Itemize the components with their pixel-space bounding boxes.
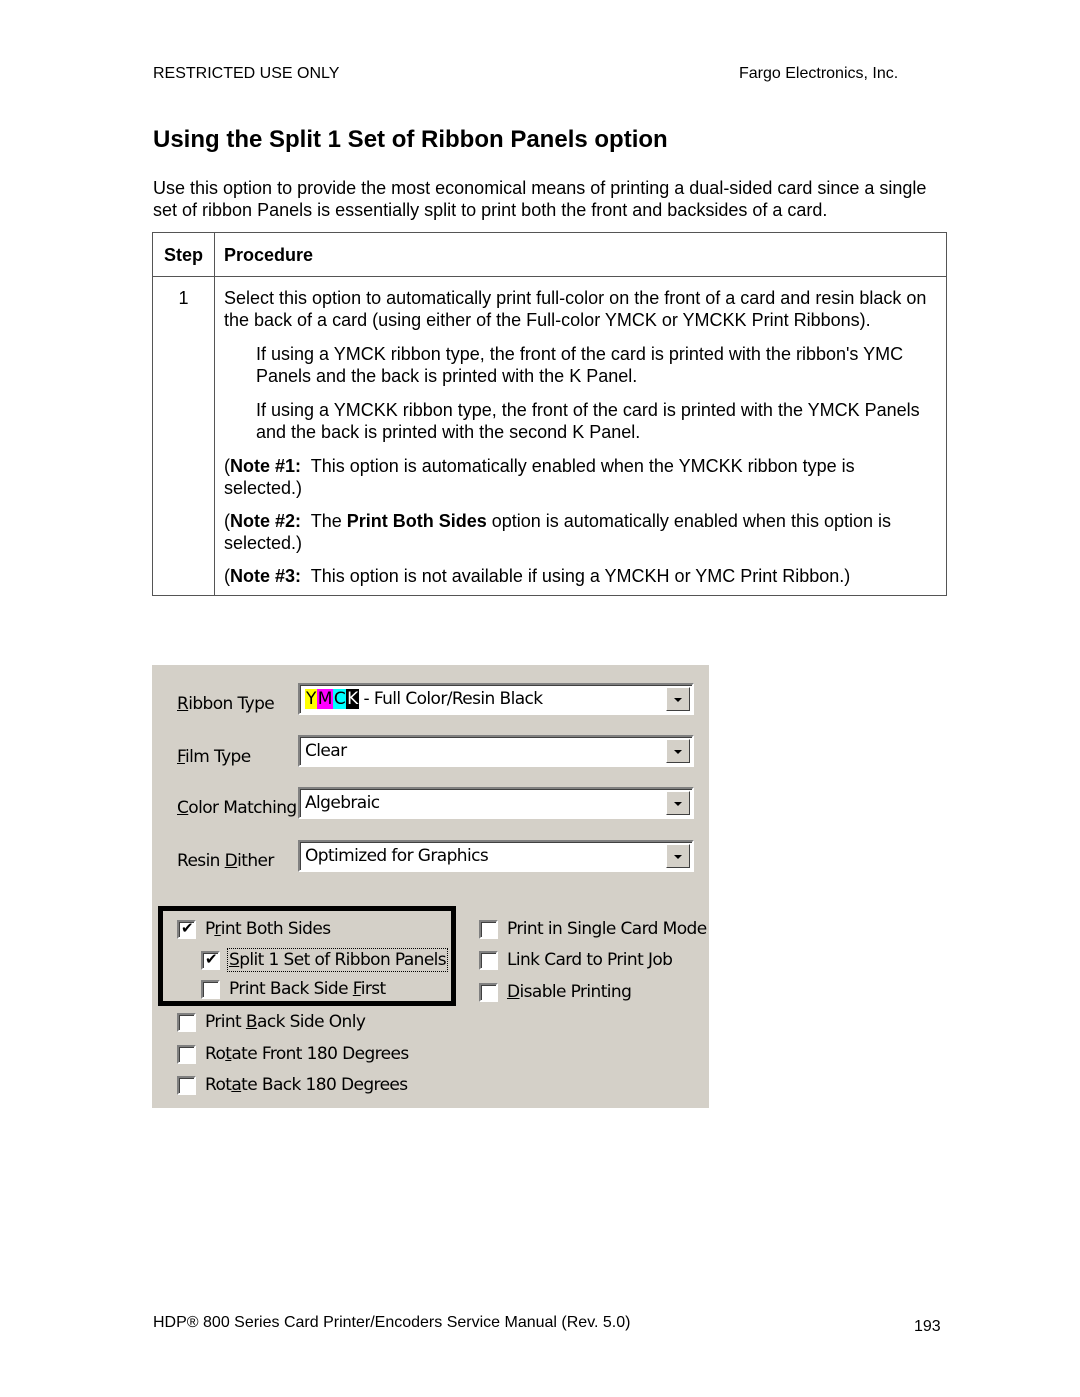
- note-text: This option is not available if using a …: [310, 566, 845, 586]
- rotate-front-checkbox[interactable]: Rotate Front 180 Degrees: [177, 1044, 409, 1064]
- note-label: Note #3:: [230, 566, 302, 586]
- resin-dither-value: Optimized for Graphics: [305, 846, 489, 866]
- link-card-to-print-job-checkbox[interactable]: Link Card to Print Job: [479, 950, 673, 970]
- note-1: (Note #1: This option is automatically e…: [224, 456, 855, 498]
- checkbox[interactable]: [177, 1075, 196, 1095]
- color-matching-select[interactable]: Algebraic: [298, 787, 694, 819]
- print-both-sides-checkbox[interactable]: ✔ Print Both Sides: [177, 918, 331, 939]
- checkbox-label: Split 1 Set of Ribbon Panels: [226, 948, 449, 972]
- note-3: (Note #3: This option is not available i…: [224, 566, 851, 586]
- ribbon-type-label: Ribbon Type: [177, 694, 275, 714]
- checkbox[interactable]: ✔: [177, 918, 196, 939]
- checkbox[interactable]: ✔: [201, 949, 220, 970]
- ymck-swatch-black: K: [346, 689, 359, 709]
- procedure-cell: Select this option to automatically prin…: [214, 276, 947, 596]
- dropdown-button[interactable]: [666, 687, 690, 711]
- print-back-side-first-checkbox[interactable]: Print Back Side First: [201, 979, 386, 999]
- checkbox[interactable]: [177, 1044, 196, 1064]
- checkbox[interactable]: [479, 982, 498, 1002]
- procedure-indented-text: If using a YMCK ribbon type, the front o…: [256, 344, 904, 386]
- color-matching-value: Algebraic: [305, 793, 380, 813]
- procedure-indented-text: If using a YMCKK ribbon type, the front …: [256, 400, 920, 442]
- procedure-table: Step Procedure 1 Select this option to a…: [152, 232, 947, 596]
- note-bold-text: Print Both Sides: [346, 511, 487, 531]
- page-number: 193: [914, 1318, 941, 1335]
- color-matching-label: Color Matching: [177, 798, 297, 818]
- split-ribbon-panels-checkbox[interactable]: ✔ Split 1 Set of Ribbon Panels: [201, 948, 449, 972]
- film-type-value: Clear: [305, 741, 347, 761]
- check-icon: ✔: [205, 949, 218, 968]
- chevron-down-icon: [674, 855, 682, 859]
- checkbox[interactable]: [479, 919, 498, 939]
- check-icon: ✔: [181, 918, 194, 937]
- column-header-step: Step: [152, 232, 215, 277]
- checkbox[interactable]: [479, 950, 498, 970]
- column-header-procedure: Procedure: [214, 232, 947, 277]
- printer-settings-dialog: Ribbon Type YMCK - Full Color/Resin Blac…: [152, 665, 709, 1108]
- note-text: The: [310, 511, 347, 531]
- checkbox-label: Print Back Side Only: [205, 1012, 366, 1032]
- resin-dither-label: Resin Dither: [177, 851, 274, 871]
- procedure-text: Select this option to automatically prin…: [224, 288, 927, 330]
- section-title: Using the Split 1 Set of Ribbon Panels o…: [153, 126, 668, 153]
- step-number: 1: [152, 276, 215, 596]
- checkbox-label: Print in Single Card Mode: [507, 919, 707, 939]
- table-row: 1 Select this option to automatically pr…: [152, 276, 947, 596]
- chevron-down-icon: [674, 698, 682, 702]
- table-header-row: Step Procedure: [152, 232, 947, 277]
- intro-paragraph: Use this option to provide the most econ…: [153, 178, 927, 220]
- resin-dither-select[interactable]: Optimized for Graphics: [298, 840, 694, 872]
- ymck-swatch-yellow: Y: [305, 689, 317, 709]
- chevron-down-icon: [674, 802, 682, 806]
- rotate-back-checkbox[interactable]: Rotate Back 180 Degrees: [177, 1075, 408, 1095]
- note-label: Note #1:: [230, 456, 302, 476]
- dropdown-button[interactable]: [666, 844, 690, 868]
- chevron-down-icon: [674, 750, 682, 754]
- page-header-right: Fargo Electronics, Inc.: [739, 65, 899, 82]
- ymck-swatch-cyan: C: [332, 689, 347, 709]
- checkbox[interactable]: [177, 1012, 196, 1032]
- checkbox[interactable]: [201, 979, 220, 999]
- checkbox-label: Link Card to Print Job: [507, 950, 673, 970]
- checkbox-label: Disable Printing: [507, 982, 632, 1002]
- disable-printing-checkbox[interactable]: Disable Printing: [479, 982, 632, 1002]
- print-back-side-only-checkbox[interactable]: Print Back Side Only: [177, 1012, 366, 1032]
- note-text: This option is automatically enabled whe…: [224, 456, 855, 498]
- single-card-mode-checkbox[interactable]: Print in Single Card Mode: [479, 919, 707, 939]
- ymck-swatch-magenta: M: [316, 689, 333, 709]
- page-footer-title: HDP® 800 Series Card Printer/Encoders Se…: [153, 1314, 631, 1331]
- checkbox-label: Rotate Back 180 Degrees: [205, 1075, 408, 1095]
- dropdown-button[interactable]: [666, 791, 690, 815]
- note-2: (Note #2: The Print Both Sides option is…: [224, 511, 891, 553]
- film-type-label: Film Type: [177, 747, 251, 767]
- note-label: Note #2:: [230, 511, 302, 531]
- dropdown-button[interactable]: [666, 739, 690, 763]
- ribbon-type-select[interactable]: YMCK - Full Color/Resin Black: [298, 683, 694, 715]
- ribbon-type-value: YMCK - Full Color/Resin Black: [305, 689, 543, 709]
- page-header-left: RESTRICTED USE ONLY: [153, 65, 340, 82]
- checkbox-label: Print Back Side First: [229, 979, 386, 999]
- checkbox-label: Print Both Sides: [205, 919, 331, 939]
- film-type-select[interactable]: Clear: [298, 735, 694, 767]
- checkbox-label: Rotate Front 180 Degrees: [205, 1044, 409, 1064]
